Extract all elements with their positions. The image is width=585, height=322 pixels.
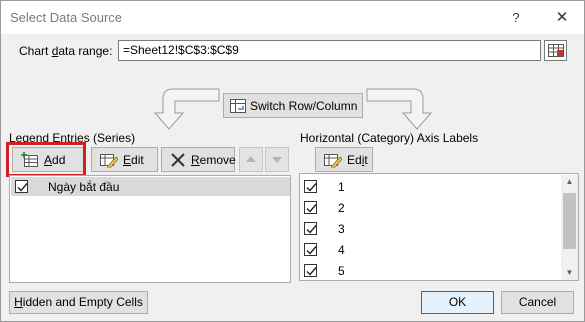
edit-series-button[interactable]: Edit <box>91 147 158 172</box>
series-label: Ngày bắt đầu <box>48 180 120 194</box>
edit-axis-labels-button[interactable]: Edit <box>315 147 373 172</box>
axis-label-checkbox[interactable] <box>304 264 317 277</box>
axis-label-text: 1 <box>338 180 345 194</box>
axis-label-row[interactable]: 1 <box>301 176 559 197</box>
edit-table-icon <box>324 152 343 169</box>
axis-label-row[interactable]: 2 <box>301 197 559 218</box>
edit-axis-label: Edit <box>347 152 368 167</box>
axis-label-text: 2 <box>338 201 345 215</box>
series-checkbox[interactable] <box>15 180 28 193</box>
axis-labels-header: Horizontal (Category) Axis Labels <box>300 131 479 145</box>
edit-series-label: Edit <box>123 152 144 167</box>
switch-row-column-icon <box>230 98 246 113</box>
axis-list-scrollbar[interactable]: ▲ ▼ <box>561 175 578 280</box>
remove-series-label: Remove <box>191 152 236 167</box>
axis-label-row[interactable]: 4 <box>301 239 559 260</box>
edit-table-icon <box>100 152 119 169</box>
triangle-up-icon <box>240 156 262 174</box>
help-button[interactable]: ? <box>501 6 531 30</box>
dialog-title: Select Data Source <box>10 10 123 25</box>
axis-label-text: 3 <box>338 222 345 236</box>
select-data-source-dialog: Select Data Source ? ✕ Chart data range:… <box>0 0 585 322</box>
scroll-up-arrow-icon[interactable]: ▲ <box>561 175 578 189</box>
triangle-down-icon <box>266 157 288 174</box>
cancel-button[interactable]: Cancel <box>501 291 574 314</box>
axis-label-checkbox[interactable] <box>304 201 317 214</box>
axis-label-row[interactable]: 5 <box>301 260 559 281</box>
scrollbar-thumb[interactable] <box>563 193 576 249</box>
hidden-and-empty-cells-button[interactable]: Hidden and Empty Cells <box>9 291 148 314</box>
chart-data-range-label: Chart data range: <box>19 44 113 58</box>
remove-series-button[interactable]: Remove <box>161 147 236 172</box>
legend-series-list[interactable]: Ngày bắt đầu <box>9 175 291 283</box>
title-bar: Select Data Source ? ✕ <box>1 1 584 34</box>
add-button-highlight <box>6 142 86 177</box>
close-button[interactable]: ✕ <box>546 6 578 30</box>
axis-label-checkbox[interactable] <box>304 243 317 256</box>
axis-label-text: 4 <box>338 243 345 257</box>
scroll-down-arrow-icon[interactable]: ▼ <box>561 266 578 280</box>
chart-data-range-input[interactable]: =Sheet12!$C$3:$C$9 <box>118 40 541 61</box>
range-collapse-button[interactable] <box>544 40 567 61</box>
series-row[interactable]: Ngày bắt đầu <box>11 177 290 196</box>
axis-label-text: 5 <box>338 264 345 278</box>
axis-label-row[interactable]: 3 <box>301 218 559 239</box>
ok-button[interactable]: OK <box>421 291 494 314</box>
move-down-button[interactable] <box>265 147 289 172</box>
remove-x-icon <box>170 152 186 168</box>
axis-label-checkbox[interactable] <box>304 180 317 193</box>
move-up-button[interactable] <box>239 147 263 172</box>
curved-arrow-right-icon <box>365 85 435 134</box>
switch-row-column-label: Switch Row/Column <box>250 98 358 113</box>
switch-row-column-button[interactable]: Switch Row/Column <box>223 93 363 118</box>
axis-label-checkbox[interactable] <box>304 222 317 235</box>
curved-arrow-left-icon <box>151 85 221 134</box>
axis-labels-list[interactable]: 1 2 3 4 5 ▲ ▼ <box>299 173 579 281</box>
